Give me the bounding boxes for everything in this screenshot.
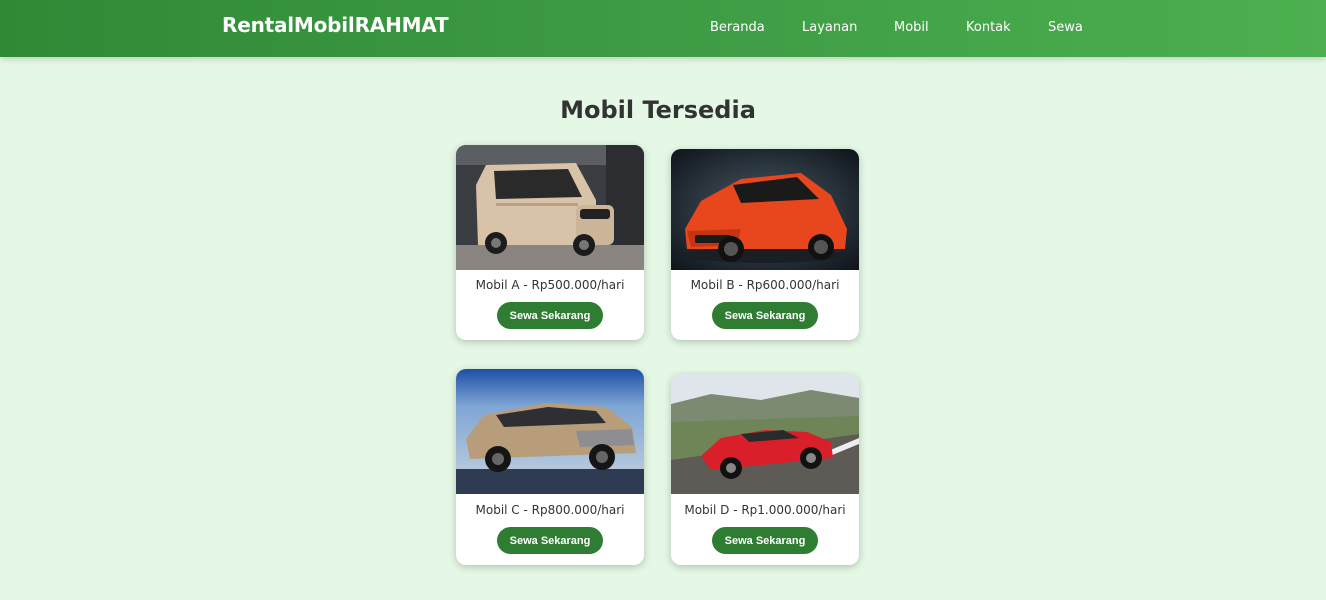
car-card-c: Mobil C - Rp800.000/hari Sewa Sekarang	[456, 369, 644, 565]
nav-link-kontak[interactable]: Kontak	[966, 20, 1011, 35]
car-image-c	[456, 369, 644, 494]
rent-button-c[interactable]: Sewa Sekarang	[497, 527, 603, 554]
rent-button-b[interactable]: Sewa Sekarang	[712, 302, 818, 329]
rent-button-a[interactable]: Sewa Sekarang	[497, 302, 603, 329]
car-card-d: Mobil D - Rp1.000.000/hari Sewa Sekarang	[671, 374, 859, 565]
car-caption-c: Mobil C - Rp800.000/hari	[475, 503, 625, 517]
page-title: Mobil Tersedia	[560, 96, 756, 124]
car-image-b	[671, 149, 859, 270]
nav-link-beranda[interactable]: Beranda	[710, 20, 765, 35]
car-image-d	[671, 374, 859, 494]
car-caption-a: Mobil A - Rp500.000/hari	[475, 278, 625, 292]
car-image-a	[456, 145, 644, 270]
car-caption-b: Mobil B - Rp600.000/hari	[690, 278, 840, 292]
rent-button-d[interactable]: Sewa Sekarang	[712, 527, 818, 554]
brand-logo[interactable]: RentalMobilRAHMAT	[222, 13, 449, 37]
navbar: RentalMobilRAHMAT Beranda Layanan Mobil …	[0, 0, 1326, 57]
car-caption-d: Mobil D - Rp1.000.000/hari	[684, 503, 846, 517]
nav-link-layanan[interactable]: Layanan	[802, 20, 857, 35]
nav-link-sewa[interactable]: Sewa	[1048, 20, 1083, 35]
car-card-b: Mobil B - Rp600.000/hari Sewa Sekarang	[671, 149, 859, 340]
car-card-a: Mobil A - Rp500.000/hari Sewa Sekarang	[456, 145, 644, 340]
nav-link-mobil[interactable]: Mobil	[894, 20, 929, 35]
